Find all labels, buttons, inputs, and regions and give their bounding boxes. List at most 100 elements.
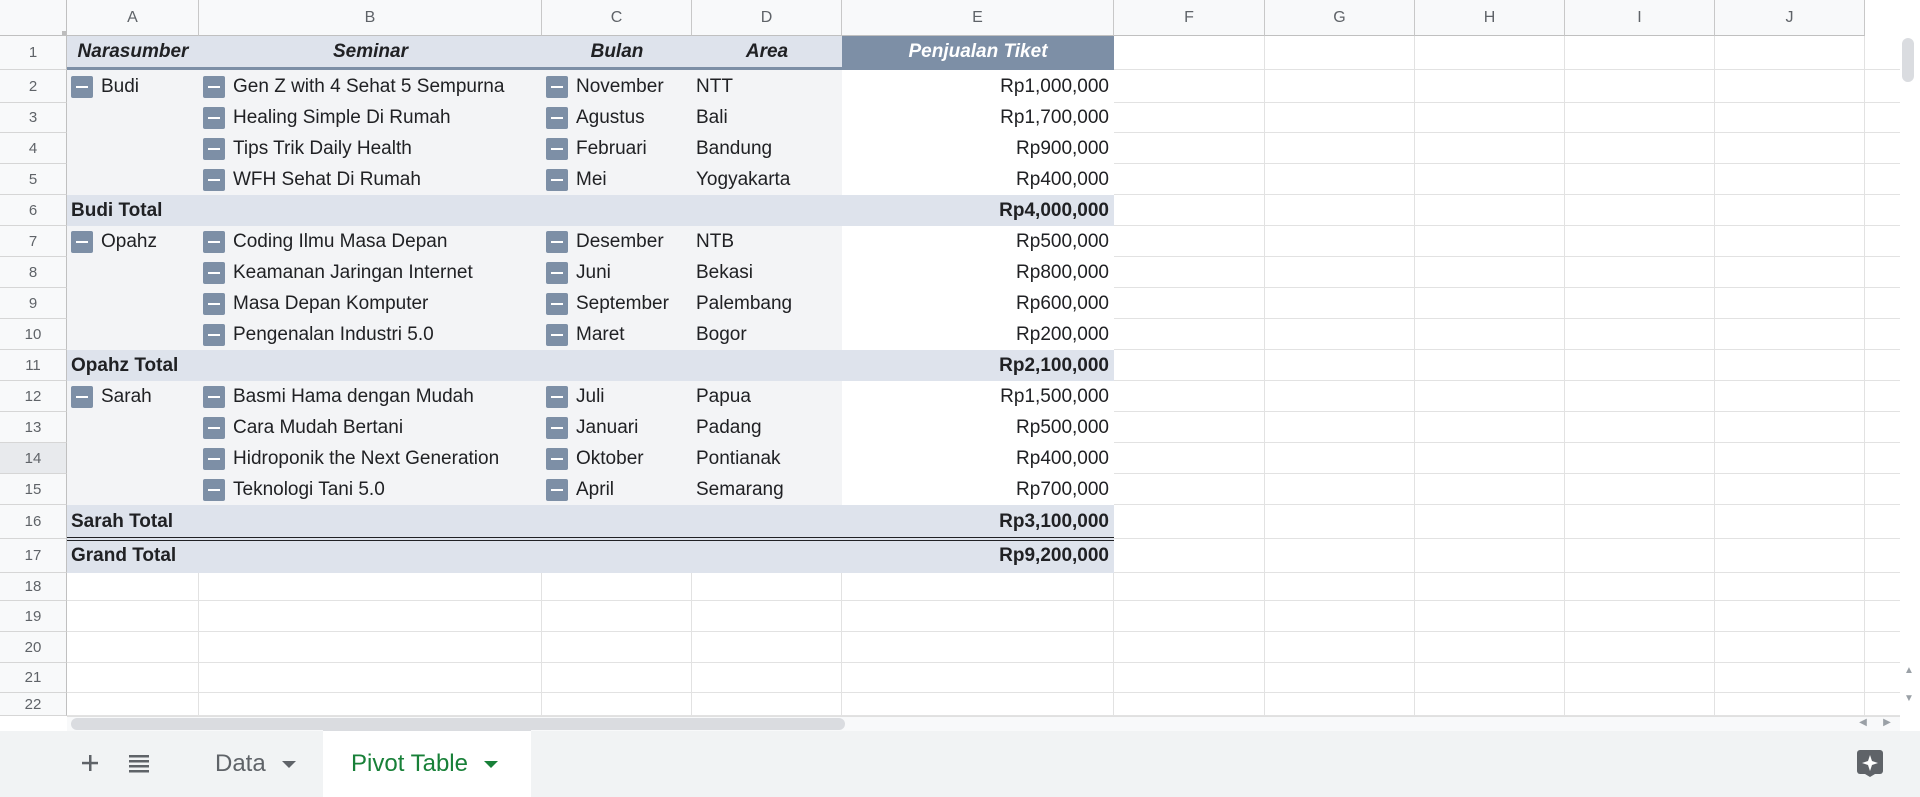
row-header-11[interactable]: 11 (0, 350, 67, 381)
row-header-15[interactable]: 15 (0, 474, 67, 505)
bulan-cell[interactable]: Mei (546, 164, 692, 195)
column-header-c[interactable]: C (542, 0, 692, 36)
collapse-minus-icon[interactable] (203, 137, 225, 160)
row-header-12[interactable]: 12 (0, 381, 67, 412)
seminar-cell[interactable]: Teknologi Tani 5.0 (203, 474, 542, 505)
seminar-cell[interactable]: Basmi Hama dengan Mudah (203, 381, 542, 412)
bulan-cell[interactable]: Oktober (546, 443, 692, 474)
penjualan-cell[interactable]: Rp1,000,000 (842, 70, 1114, 103)
subtotal-value-opahz[interactable]: Rp2,100,000 (842, 350, 1114, 381)
column-header-i[interactable]: I (1565, 0, 1715, 36)
area-cell[interactable]: Padang (696, 412, 842, 443)
row-header-7[interactable]: 7 (0, 226, 67, 257)
penjualan-cell[interactable]: Rp400,000 (842, 443, 1114, 474)
area-cell[interactable]: Semarang (696, 474, 842, 505)
collapse-minus-icon[interactable] (71, 75, 93, 98)
row-header-22[interactable]: 22 (0, 693, 67, 716)
bulan-cell[interactable]: Januari (546, 412, 692, 443)
collapse-minus-icon[interactable] (203, 447, 225, 470)
collapse-minus-icon[interactable] (546, 323, 568, 346)
penjualan-cell[interactable]: Rp700,000 (842, 474, 1114, 505)
column-header-d[interactable]: D (692, 0, 842, 36)
seminar-cell[interactable]: Masa Depan Komputer (203, 288, 542, 319)
row-header-8[interactable]: 8 (0, 257, 67, 288)
narasumber-budi[interactable]: Budi (71, 70, 199, 103)
penjualan-cell[interactable]: Rp900,000 (842, 133, 1114, 164)
scroll-up-arrow[interactable]: ▲ (1900, 664, 1918, 678)
collapse-minus-icon[interactable] (203, 478, 225, 501)
area-cell[interactable]: Papua (696, 381, 842, 412)
grand-total-label[interactable]: Grand Total (71, 539, 571, 573)
column-header-g[interactable]: G (1265, 0, 1415, 36)
scroll-right-arrow[interactable]: ▶ (1878, 716, 1896, 730)
header-bulan[interactable]: Bulan (542, 36, 692, 67)
row-header-16[interactable]: 16 (0, 505, 67, 539)
penjualan-cell[interactable]: Rp1,700,000 (842, 103, 1114, 133)
penjualan-cell[interactable]: Rp800,000 (842, 257, 1114, 288)
penjualan-cell[interactable]: Rp200,000 (842, 319, 1114, 350)
row-header-2[interactable]: 2 (0, 70, 67, 103)
collapse-minus-icon[interactable] (546, 137, 568, 160)
collapse-minus-icon[interactable] (71, 385, 93, 408)
row-header-3[interactable]: 3 (0, 103, 67, 133)
seminar-cell[interactable]: Cara Mudah Bertani (203, 412, 542, 443)
bulan-cell[interactable]: November (546, 70, 692, 103)
collapse-minus-icon[interactable] (203, 75, 225, 98)
collapse-minus-icon[interactable] (546, 385, 568, 408)
area-cell[interactable]: Bandung (696, 133, 842, 164)
collapse-minus-icon[interactable] (546, 447, 568, 470)
tab-pivot-table[interactable]: Pivot Table (323, 731, 531, 797)
seminar-cell[interactable]: Keamanan Jaringan Internet (203, 257, 542, 288)
seminar-cell[interactable]: Healing Simple Di Rumah (203, 103, 542, 133)
row-header-9[interactable]: 9 (0, 288, 67, 319)
subtotal-value-budi[interactable]: Rp4,000,000 (842, 195, 1114, 226)
chevron-down-icon[interactable] (483, 760, 498, 768)
seminar-cell[interactable]: Pengenalan Industri 5.0 (203, 319, 542, 350)
subtotal-value-sarah[interactable]: Rp3,100,000 (842, 505, 1114, 539)
row-header-19[interactable]: 19 (0, 601, 67, 632)
scroll-left-arrow[interactable]: ◀ (1854, 716, 1872, 730)
penjualan-cell[interactable]: Rp400,000 (842, 164, 1114, 195)
collapse-minus-icon[interactable] (203, 385, 225, 408)
area-cell[interactable]: Bogor (696, 319, 842, 350)
column-header-j[interactable]: J (1715, 0, 1865, 36)
tab-data[interactable]: Data (189, 731, 322, 797)
seminar-cell[interactable]: WFH Sehat Di Rumah (203, 164, 542, 195)
bulan-cell[interactable]: Juni (546, 257, 692, 288)
bulan-cell[interactable]: April (546, 474, 692, 505)
bulan-cell[interactable]: Agustus (546, 103, 692, 133)
row-header-10[interactable]: 10 (0, 319, 67, 350)
collapse-minus-icon[interactable] (546, 107, 568, 129)
penjualan-cell[interactable]: Rp1,500,000 (842, 381, 1114, 412)
column-header-a[interactable]: A (67, 0, 199, 36)
penjualan-cell[interactable]: Rp500,000 (842, 226, 1114, 257)
area-cell[interactable]: Pontianak (696, 443, 842, 474)
narasumber-sarah[interactable]: Sarah (71, 381, 199, 412)
sheet-grid[interactable]: Narasumber Seminar Bulan Area Penjualan Tike… (67, 36, 1900, 716)
seminar-cell[interactable]: Tips Trik Daily Health (203, 133, 542, 164)
narasumber-opahz[interactable]: Opahz (71, 226, 199, 257)
collapse-minus-icon[interactable] (546, 292, 568, 315)
collapse-minus-icon[interactable] (546, 75, 568, 98)
bulan-cell[interactable]: Juli (546, 381, 692, 412)
collapse-minus-icon[interactable] (203, 107, 225, 129)
collapse-minus-icon[interactable] (203, 261, 225, 284)
scroll-down-arrow[interactable]: ▼ (1900, 692, 1918, 706)
penjualan-cell[interactable]: Rp600,000 (842, 288, 1114, 319)
row-header-5[interactable]: 5 (0, 164, 67, 195)
row-header-14[interactable]: 14 (0, 443, 67, 474)
subtotal-label-budi[interactable]: Budi Total (71, 195, 571, 226)
bulan-cell[interactable]: Maret (546, 319, 692, 350)
row-header-21[interactable]: 21 (0, 663, 67, 693)
area-cell[interactable]: Bali (696, 103, 842, 133)
row-header-13[interactable]: 13 (0, 412, 67, 443)
collapse-minus-icon[interactable] (546, 230, 568, 253)
column-header-e[interactable]: E (842, 0, 1114, 36)
collapse-minus-icon[interactable] (203, 323, 225, 346)
collapse-minus-icon[interactable] (203, 230, 225, 253)
seminar-cell[interactable]: Coding Ilmu Masa Depan (203, 226, 542, 257)
area-cell[interactable]: Palembang (696, 288, 842, 319)
area-cell[interactable]: NTT (696, 70, 842, 103)
area-cell[interactable]: Bekasi (696, 257, 842, 288)
collapse-minus-icon[interactable] (71, 230, 93, 253)
